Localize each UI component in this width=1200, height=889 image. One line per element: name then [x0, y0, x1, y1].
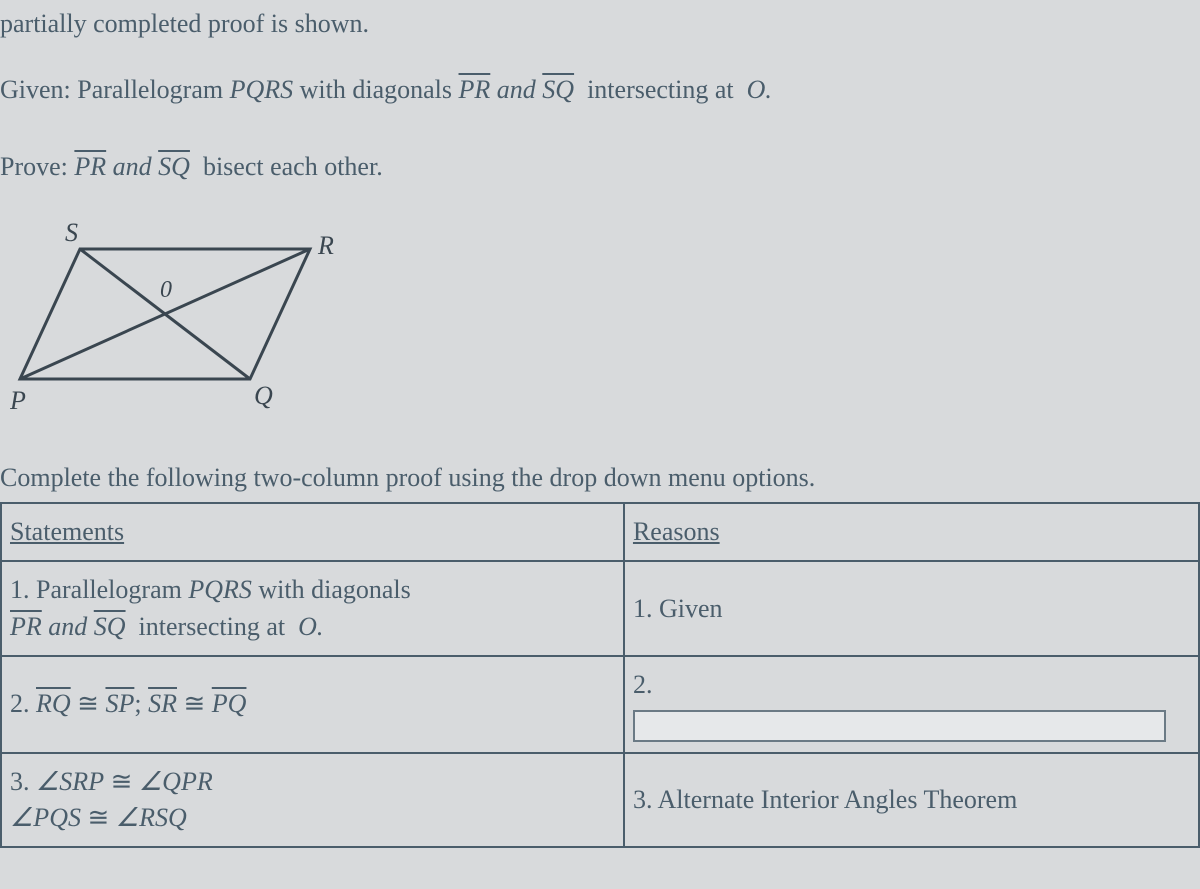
reason3-text: Alternate Interior Angles Theorem: [658, 785, 1018, 814]
proof-table: Statements Reasons 1. Parallelogram PQRS…: [0, 502, 1200, 848]
row2-num: 2.: [10, 689, 30, 718]
given-post: intersecting at: [587, 75, 734, 104]
reason2-num: 2.: [633, 667, 653, 703]
row1-num: 1.: [10, 575, 30, 604]
row2-cong2: ≅: [183, 689, 205, 718]
statement-2: 2. RQ ≅ SP; SR ≅ PQ: [1, 656, 624, 752]
label-r: R: [317, 231, 334, 260]
proof-page: partially completed proof is shown. Give…: [0, 0, 1200, 868]
reason1-num: 1.: [633, 594, 653, 623]
row3-ang1a: ∠SRP: [36, 767, 104, 796]
row1-and: and: [48, 612, 87, 641]
reason-2: 2.: [624, 656, 1199, 752]
row2-seg2b: PQ: [212, 689, 247, 718]
reason-3: 3. Alternate Interior Angles Theorem: [624, 753, 1199, 848]
given-mid: with diagonals: [300, 75, 452, 104]
row3-cong1: ≅: [111, 767, 133, 796]
prove-and: and: [113, 152, 152, 181]
row3-num: 3.: [10, 767, 30, 796]
prove-diag1: PR: [74, 152, 106, 181]
parallelogram-diagram: S R 0 P Q: [0, 209, 1200, 449]
row2-seg1b: SP: [105, 689, 134, 718]
label-o: 0: [160, 277, 172, 303]
row3-cong2: ≅: [87, 803, 109, 832]
row3-ang1b: ∠QPR: [139, 767, 213, 796]
table-row: 2. RQ ≅ SP; SR ≅ PQ 2.: [1, 656, 1199, 752]
complete-instruction: Complete the following two-column proof …: [0, 454, 1200, 502]
row2-cong1: ≅: [77, 689, 99, 718]
row1-tail: intersecting at: [139, 612, 286, 641]
intro-text: partially completed proof is shown.: [0, 0, 1200, 48]
reason-1: 1. Given: [624, 561, 1199, 656]
row1-diag1: PR: [10, 612, 42, 641]
given-diag2: SQ: [542, 75, 574, 104]
table-row: 3. ∠SRP ≅ ∠QPR ∠PQS ≅ ∠RSQ 3. Alternate …: [1, 753, 1199, 848]
row2-seg2a: SR: [148, 689, 177, 718]
given-line: Given: Parallelogram PQRS with diagonals…: [0, 66, 1200, 114]
label-q: Q: [254, 381, 273, 410]
row1-a: Parallelogram: [36, 575, 182, 604]
reason-2-dropdown[interactable]: [633, 710, 1166, 742]
reason1-text: Given: [659, 594, 723, 623]
row2-sep: ;: [134, 689, 141, 718]
given-and: and: [497, 75, 536, 104]
parallelogram-svg: S R 0 P Q: [10, 219, 350, 419]
prove-post: bisect each other.: [203, 152, 383, 181]
prove-diag2: SQ: [158, 152, 190, 181]
given-pre: Parallelogram: [77, 75, 223, 104]
row2-seg1a: RQ: [36, 689, 71, 718]
prove-label: Prove:: [0, 152, 68, 181]
row3-ang2a: ∠PQS: [10, 803, 81, 832]
given-pqrs: PQRS: [230, 75, 294, 104]
table-header-row: Statements Reasons: [1, 503, 1199, 561]
row1-point: O.: [298, 612, 323, 641]
reason3-num: 3.: [633, 785, 653, 814]
table-row: 1. Parallelogram PQRS with diagonals PR …: [1, 561, 1199, 656]
row3-ang2b: ∠RSQ: [116, 803, 187, 832]
given-point: O.: [747, 75, 772, 104]
row1-pqrs: PQRS: [188, 575, 252, 604]
given-label: Given:: [0, 75, 71, 104]
label-s: S: [65, 219, 78, 247]
given-diag1: PR: [459, 75, 491, 104]
statement-3: 3. ∠SRP ≅ ∠QPR ∠PQS ≅ ∠RSQ: [1, 753, 624, 848]
row1-b: with diagonals: [258, 575, 410, 604]
reasons-header: Reasons: [624, 503, 1199, 561]
prove-line: Prove: PR and SQ bisect each other.: [0, 143, 1200, 191]
label-p: P: [10, 386, 26, 415]
statements-header: Statements: [1, 503, 624, 561]
row1-diag2: SQ: [94, 612, 126, 641]
statement-1: 1. Parallelogram PQRS with diagonals PR …: [1, 561, 624, 656]
